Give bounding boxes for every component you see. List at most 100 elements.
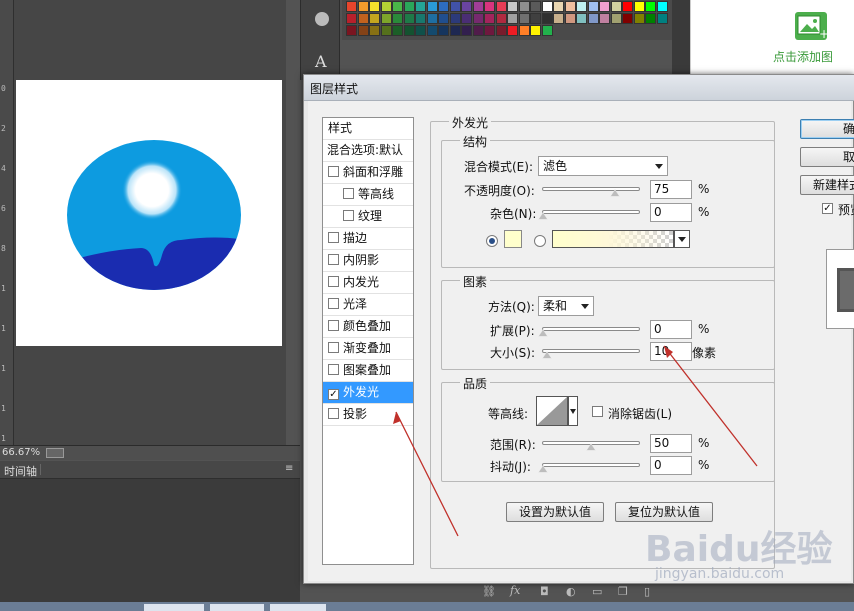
color-swatch[interactable] [633,13,645,24]
gradient-dropdown[interactable] [674,230,690,248]
color-swatch[interactable] [587,13,599,24]
blending-options-item[interactable]: 混合选项:默认 [323,140,413,162]
color-swatch[interactable] [449,25,461,36]
solid-color-radio[interactable] [486,235,498,247]
color-swatch[interactable] [587,1,599,12]
style-item[interactable]: 纹理 [323,206,413,228]
opacity-input[interactable]: 75 [650,180,692,199]
style-item-checkbox[interactable] [328,408,339,419]
color-swatch[interactable] [564,13,576,24]
new-layer-icon[interactable]: ❐ [618,585,628,598]
color-swatch[interactable] [380,13,392,24]
color-swatch[interactable] [518,13,530,24]
color-swatch[interactable] [495,13,507,24]
color-swatch[interactable] [369,25,380,36]
style-item-checkbox[interactable] [343,188,354,199]
noise-input[interactable]: 0 [650,203,692,222]
adjustment-icon[interactable]: ◐ [566,585,576,598]
color-swatch[interactable] [369,13,380,24]
color-swatch[interactable] [622,13,633,24]
color-swatch[interactable] [472,13,484,24]
glow-color-swatch[interactable] [504,230,522,248]
color-swatch[interactable] [645,13,656,24]
style-item-checkbox[interactable]: ✓ [328,389,339,400]
status-menu-icon[interactable] [46,448,64,458]
range-slider-thumb[interactable] [586,443,596,452]
add-image-panel[interactable]: + 点击添加图 [690,0,854,76]
style-item[interactable]: 投影 [323,404,413,426]
panel-menu-icon[interactable]: ≡ [285,463,293,474]
color-swatch[interactable] [564,1,576,12]
make-default-button[interactable]: 设置为默认值 [506,502,604,522]
style-item-checkbox[interactable] [343,210,354,221]
style-item-checkbox[interactable] [328,232,339,243]
technique-select[interactable]: 柔和 [538,296,594,316]
color-swatch[interactable] [346,1,357,12]
color-swatch[interactable] [426,1,438,12]
color-swatch[interactable] [472,1,484,12]
styles-header[interactable]: 样式 [323,118,413,140]
timeline-tab[interactable]: 时间轴 [4,463,37,479]
contour-dropdown[interactable] [568,396,578,426]
antialias-checkbox[interactable] [592,406,603,417]
size-slider[interactable] [542,349,640,353]
size-slider-thumb[interactable] [541,351,552,360]
style-item[interactable]: 光泽 [323,294,413,316]
color-swatch[interactable] [461,13,472,24]
fx-icon[interactable]: fx [510,584,520,597]
spread-slider[interactable] [542,327,640,331]
color-swatch[interactable] [380,25,392,36]
color-swatch[interactable] [541,25,553,36]
style-item[interactable]: 图案叠加 [323,360,413,382]
color-swatch[interactable] [403,25,415,36]
color-swatch[interactable] [530,1,541,12]
jitter-slider-thumb[interactable] [538,465,548,474]
style-item[interactable]: 颜色叠加 [323,316,413,338]
color-swatch[interactable] [438,1,449,12]
style-item[interactable]: 描边 [323,228,413,250]
color-swatch[interactable] [461,25,472,36]
style-item-checkbox[interactable] [328,320,339,331]
color-swatch[interactable] [610,1,622,12]
color-swatch[interactable] [530,25,541,36]
jitter-input[interactable]: 0 [650,456,692,475]
style-item[interactable]: 内阴影 [323,250,413,272]
color-swatch[interactable] [656,1,668,12]
reset-default-button[interactable]: 复位为默认值 [615,502,713,522]
ok-button[interactable]: 确 [800,119,854,139]
size-input[interactable]: 10 [650,342,692,361]
3d-tool-icon[interactable] [315,12,329,26]
color-swatch[interactable] [518,1,530,12]
color-swatch[interactable] [449,1,461,12]
color-swatch[interactable] [507,13,518,24]
style-item-checkbox[interactable] [328,166,339,177]
noise-slider[interactable] [542,210,640,214]
style-item[interactable]: 内发光 [323,272,413,294]
color-swatch[interactable] [392,1,403,12]
trash-icon[interactable]: ▯ [644,585,650,598]
mask-icon[interactable]: ◘ [540,585,549,598]
color-swatch[interactable] [599,1,610,12]
add-image-icon[interactable]: + [795,12,829,41]
color-swatch[interactable] [449,13,461,24]
color-swatch[interactable] [633,1,645,12]
color-swatch[interactable] [357,13,369,24]
spread-slider-thumb[interactable] [538,329,548,338]
color-swatch[interactable] [484,1,495,12]
character-panel-icon[interactable]: A [315,52,327,71]
color-swatch[interactable] [380,1,392,12]
color-swatch[interactable] [461,1,472,12]
color-swatch[interactable] [622,1,633,12]
style-item-checkbox[interactable] [328,276,339,287]
color-swatch[interactable] [415,13,426,24]
new-style-button[interactable]: 新建样式 [800,175,854,195]
color-swatch[interactable] [392,13,403,24]
gradient-picker[interactable] [552,230,674,248]
color-swatch[interactable] [438,25,449,36]
color-swatch[interactable] [507,1,518,12]
color-swatch[interactable] [656,13,668,24]
color-swatch[interactable] [472,25,484,36]
color-swatch[interactable] [530,13,541,24]
style-item[interactable]: ✓ 外发光 [323,382,413,404]
color-swatch[interactable] [346,25,357,36]
